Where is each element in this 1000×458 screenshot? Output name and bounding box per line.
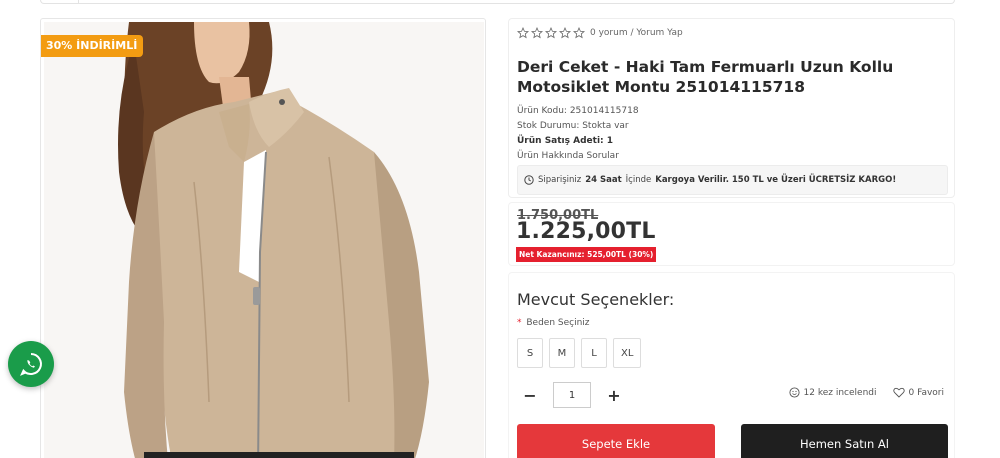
current-price: 1.225,00TL <box>516 219 656 244</box>
smiley-icon <box>788 387 800 398</box>
product-stats: 12 kez incelendi 0 Favori <box>788 387 945 398</box>
shipping-cargo: Kargoya Verilir. 150 TL ve Üzeri ÜCRETSİ… <box>655 175 897 185</box>
quantity-stepper: − + <box>519 382 625 408</box>
size-option-l[interactable]: L <box>581 338 607 368</box>
rating-row: 0 yorum / Yorum Yap <box>517 27 683 39</box>
sales-count: Ürün Satış Adeti: 1 <box>517 136 614 146</box>
clock-icon <box>524 175 534 185</box>
shipping-text-1: Siparişiniz <box>538 175 582 185</box>
size-option-m[interactable]: M <box>549 338 575 368</box>
product-info-card: 0 yorum / Yorum Yap Deri Ceket - Haki Ta… <box>508 18 955 198</box>
price-card: 1.750,00TL 1.225,00TL Net Kazancınız: 52… <box>508 202 955 266</box>
stock-status: Stok Durumu: Stokta var <box>517 121 629 131</box>
options-card: Mevcut Seçenekler: * Beden Seçiniz S M L… <box>508 272 955 458</box>
product-title: Deri Ceket - Haki Tam Fermuarlı Uzun Kol… <box>517 58 894 96</box>
star-empty-icon[interactable] <box>531 27 543 39</box>
review-link[interactable]: 0 yorum / Yorum Yap <box>590 28 683 38</box>
shipping-text-2: İçinde <box>625 175 652 185</box>
heart-icon[interactable] <box>892 387 905 398</box>
required-mark: * <box>517 318 522 328</box>
buy-now-button[interactable]: Hemen Satın Al <box>741 424 948 458</box>
add-to-cart-button[interactable]: Sepete Ekle <box>517 424 715 458</box>
quantity-increase-button[interactable]: + <box>603 383 625 407</box>
breadcrumb-separator <box>78 0 79 3</box>
star-empty-icon[interactable] <box>573 27 585 39</box>
star-empty-icon[interactable] <box>559 27 571 39</box>
product-image-card: 30% İNDİRİMLİ <box>40 18 486 458</box>
product-code: Ürün Kodu: 251014115718 <box>517 106 639 116</box>
size-options: S M L XL <box>517 338 642 368</box>
size-label-text: Beden Seçiniz <box>526 318 590 328</box>
favorite-count: 0 Favori <box>908 387 945 398</box>
jacket-photo-graphic <box>44 22 484 458</box>
shipping-hours: 24 Saat <box>585 175 622 185</box>
star-empty-icon[interactable] <box>517 27 529 39</box>
shipping-info: Siparişiniz 24 Saat İçinde Kargoya Veril… <box>517 165 948 195</box>
discount-badge: 30% İNDİRİMLİ <box>41 35 144 57</box>
quantity-input[interactable] <box>553 382 591 408</box>
quantity-decrease-button[interactable]: − <box>519 383 541 407</box>
size-option-xl[interactable]: XL <box>613 338 642 368</box>
product-photo[interactable] <box>44 22 484 458</box>
whatsapp-icon <box>20 353 42 376</box>
star-empty-icon[interactable] <box>545 27 557 39</box>
size-option-s[interactable]: S <box>517 338 543 368</box>
options-title: Mevcut Seçenekler: <box>517 290 675 309</box>
view-count: 12 kez incelendi <box>803 387 877 398</box>
size-label: * Beden Seçiniz <box>517 318 590 328</box>
net-gain-badge: Net Kazancınız: 525,00TL (30%) <box>516 247 657 262</box>
whatsapp-button[interactable] <box>8 341 54 387</box>
product-questions-link[interactable]: Ürün Hakkında Sorular <box>517 151 619 161</box>
breadcrumb <box>40 0 955 4</box>
